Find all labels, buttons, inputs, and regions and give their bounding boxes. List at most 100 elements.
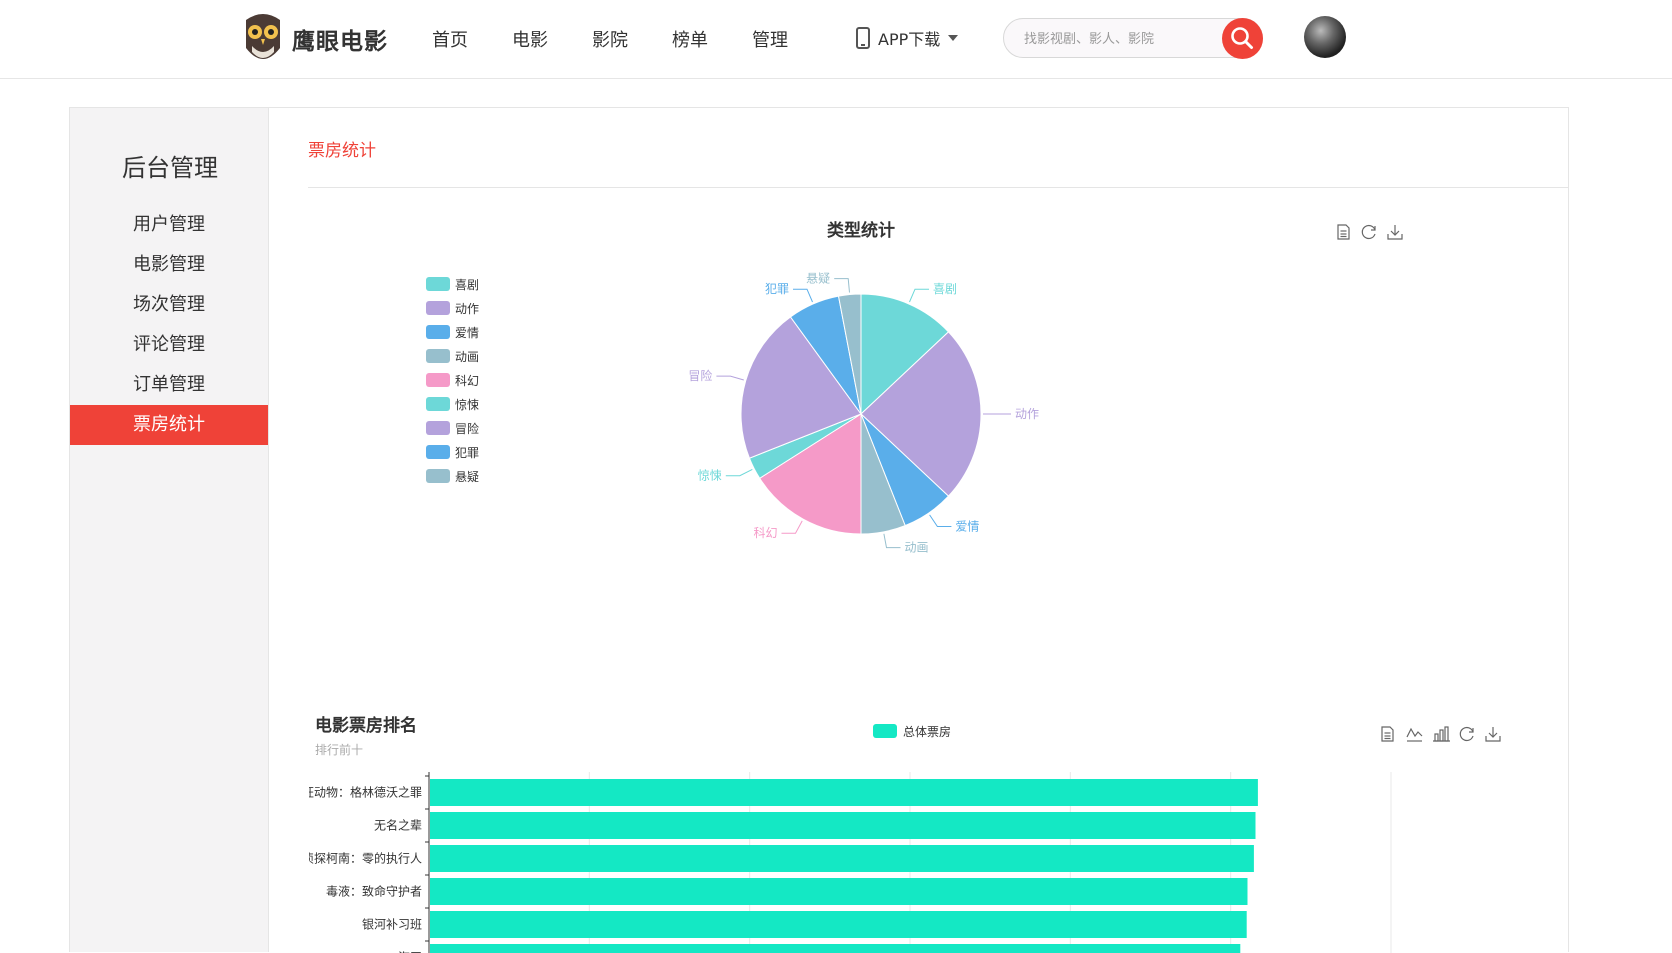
pie-legend-item[interactable]: 犯罪: [426, 445, 479, 460]
bar[interactable]: [430, 911, 1247, 938]
pie-slice-label: 犯罪: [765, 282, 789, 296]
bar-category-label: 银河补习班: [362, 918, 422, 932]
data-view-icon[interactable]: [1382, 727, 1393, 741]
save-image-icon[interactable]: [1388, 225, 1402, 239]
pie-legend-swatch: [426, 445, 450, 459]
bar[interactable]: [430, 878, 1248, 905]
bar-switch-icon[interactable]: [1433, 727, 1450, 741]
box-office-bar-chart: 电影票房排名 排行前十 总体票房 疯狂动物：格林德沃之罪无名之辈名侦探柯南：零的…: [269, 708, 1569, 953]
pie-slice-label: 动画: [905, 541, 929, 555]
pie-leader-line: [930, 515, 952, 527]
genre-pie-chart: 类型统计 喜剧动作爱情动画科幻惊悚冒险犯罪悬疑 喜剧动作爱情动画科幻惊悚冒险犯罪…: [269, 218, 1569, 658]
pie-leader-line: [884, 534, 901, 548]
pie-leader-line: [793, 289, 813, 302]
search-input[interactable]: [1022, 28, 1216, 50]
pie-slices: [741, 294, 981, 534]
bar-category-label: 疯狂动物：格林德沃之罪: [290, 785, 422, 800]
pie-legend-label: 惊悚: [455, 397, 479, 412]
bar-legend-item[interactable]: 总体票房: [873, 724, 951, 739]
app-download-label: APP下载: [878, 26, 940, 50]
app-download-dropdown[interactable]: APP下载: [856, 24, 958, 52]
pie-legend-swatch: [426, 325, 450, 339]
bar-category-labels: 疯狂动物：格林德沃之罪无名之辈名侦探柯南：零的执行人毒液：致命守护者银河补习班海…: [290, 785, 422, 953]
sidebar-item-sessions[interactable]: 场次管理: [70, 285, 268, 325]
pie-legend-item[interactable]: 惊悚: [426, 397, 479, 412]
data-view-icon[interactable]: [1338, 225, 1349, 239]
pie-leader-line: [834, 279, 849, 293]
bar[interactable]: [430, 779, 1258, 806]
save-image-icon[interactable]: [1486, 727, 1500, 741]
pie-legend-label: 犯罪: [455, 446, 479, 460]
pie-legend-label: 冒险: [455, 421, 479, 436]
pie-leader-line: [726, 469, 753, 475]
pie-leader-line: [910, 289, 930, 302]
pie-legend-item[interactable]: 科幻: [426, 373, 479, 388]
pie-legend-label: 动画: [455, 350, 479, 364]
sidebar-item-orders[interactable]: 订单管理: [70, 365, 268, 405]
pie-legend: 喜剧动作爱情动画科幻惊悚冒险犯罪悬疑: [426, 277, 479, 484]
sidebar-item-users[interactable]: 用户管理: [70, 205, 268, 245]
bar-legend-label: 总体票房: [903, 724, 951, 739]
pie-legend-label: 动作: [455, 302, 479, 316]
pie-chart-title: 类型统计: [827, 220, 895, 241]
pie-slice-label: 喜剧: [933, 282, 957, 296]
search-button[interactable]: [1222, 18, 1263, 59]
pie-legend-item[interactable]: 喜剧: [426, 277, 479, 292]
pie-slice-label: 冒险: [688, 368, 712, 383]
nav-movies[interactable]: 电影: [512, 26, 548, 52]
restore-icon[interactable]: [1362, 226, 1375, 239]
bar-category-label: 名侦探柯南：零的执行人: [290, 851, 422, 866]
restore-icon[interactable]: [1460, 728, 1473, 741]
search-icon: [1222, 18, 1263, 59]
bar-chart-title: 电影票房排名: [315, 715, 417, 736]
caret-down-icon: [948, 35, 958, 41]
sidebar-item-movies[interactable]: 电影管理: [70, 245, 268, 285]
bar[interactable]: [430, 812, 1256, 839]
nav-home[interactable]: 首页: [432, 26, 468, 52]
page-title: 票房统计: [308, 136, 376, 161]
pie-legend-swatch: [426, 469, 450, 483]
brand-name[interactable]: 鹰眼电影: [292, 22, 388, 56]
bar-category-label: 海王: [398, 950, 422, 953]
pie-slice-label: 惊悚: [698, 468, 722, 483]
top-navbar: 鹰眼电影 首页 电影 影院 榜单 管理 APP下载: [0, 0, 1672, 79]
pie-legend-label: 悬疑: [455, 469, 479, 484]
pie-legend-item[interactable]: 悬疑: [426, 469, 479, 484]
pie-legend-swatch: [426, 373, 450, 387]
bar-bars: [430, 779, 1258, 953]
bar-legend-swatch: [873, 724, 897, 738]
title-divider: [308, 187, 1568, 188]
pie-legend-item[interactable]: 动画: [426, 349, 479, 364]
nav-cinemas[interactable]: 影院: [592, 26, 628, 52]
pie-legend-swatch: [426, 397, 450, 411]
nav-admin[interactable]: 管理: [752, 26, 788, 52]
bar[interactable]: [430, 845, 1254, 872]
pie-legend-label: 喜剧: [455, 278, 479, 292]
pie-legend-item[interactable]: 动作: [426, 301, 479, 316]
admin-sidebar: 后台管理 用户管理 电影管理 场次管理 评论管理 订单管理 票房统计: [69, 107, 269, 952]
pie-slice-label: 悬疑: [806, 271, 830, 286]
pie-legend-swatch: [426, 421, 450, 435]
pie-legend-swatch: [426, 301, 450, 315]
bar-category-label: 无名之辈: [374, 818, 422, 833]
sidebar-title: 后台管理: [70, 148, 270, 183]
pie-slice-label: 科幻: [753, 526, 777, 540]
pie-legend-label: 爱情: [455, 326, 479, 340]
pie-legend-label: 科幻: [455, 374, 479, 388]
pie-legend-item[interactable]: 冒险: [426, 421, 479, 436]
phone-icon: [856, 27, 870, 49]
owl-logo-icon[interactable]: [242, 12, 284, 66]
bar-chart-subtitle: 排行前十: [315, 742, 363, 757]
user-avatar[interactable]: [1304, 16, 1346, 58]
sidebar-item-comments[interactable]: 评论管理: [70, 325, 268, 365]
sidebar-item-box-office[interactable]: 票房统计: [70, 405, 268, 445]
main-content: 票房统计 类型统计 喜剧动作爱情动画科幻惊悚冒险犯罪悬疑 喜剧动作爱情动画科幻惊…: [269, 107, 1569, 952]
pie-legend-swatch: [426, 277, 450, 291]
pie-slice-label: 爱情: [955, 520, 979, 534]
line-switch-icon[interactable]: [1407, 729, 1422, 741]
pie-legend-swatch: [426, 349, 450, 363]
pie-legend-item[interactable]: 爱情: [426, 325, 479, 340]
pie-leader-line: [716, 376, 743, 380]
bar-category-label: 毒液：致命守护者: [326, 884, 422, 899]
nav-rankings[interactable]: 榜单: [672, 26, 708, 52]
